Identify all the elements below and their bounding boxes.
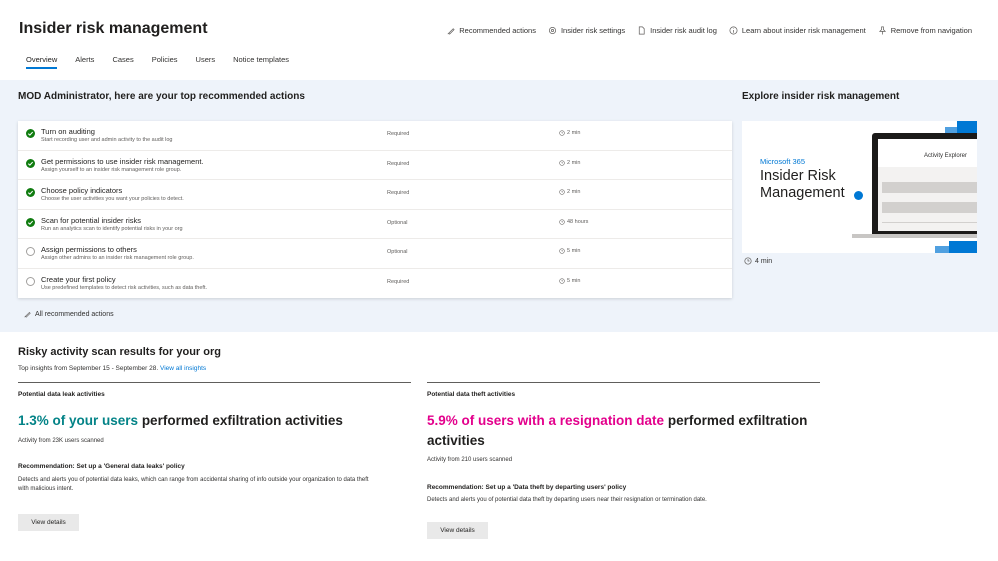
action-row-get-permissions[interactable]: Get permissions to use insider risk mana… xyxy=(18,151,732,180)
action-title: Choose policy indicators xyxy=(41,186,123,195)
insight-recommendation: Recommendation: Set up a 'Data theft by … xyxy=(427,484,627,491)
all-recommended-actions-link[interactable]: All recommended actions xyxy=(23,310,114,318)
tab-notice-templates[interactable]: Notice templates xyxy=(233,55,289,69)
page-header: Insider risk management Recommended acti… xyxy=(0,0,998,80)
action-status: Required xyxy=(387,278,410,285)
remove-from-navigation-button[interactable]: Remove from navigation xyxy=(878,26,972,35)
action-description: Start recording user and admin activity … xyxy=(41,137,173,143)
empty-circle-icon xyxy=(26,276,35,286)
laptop-base xyxy=(852,234,977,238)
play-dot-icon xyxy=(854,191,863,200)
action-duration: 48 hours xyxy=(559,219,588,225)
explore-video-card[interactable]: Microsoft 365 Insider Risk Management Ac… xyxy=(742,121,977,253)
clock-icon xyxy=(559,130,565,136)
tab-cases[interactable]: Cases xyxy=(112,55,133,69)
insight-activity-count: Activity from 210 users scanned xyxy=(427,457,513,463)
insight-activity-count: Activity from 23K users scanned xyxy=(18,438,104,444)
tab-overview[interactable]: Overview xyxy=(26,55,58,69)
tab-policies[interactable]: Policies xyxy=(152,55,178,69)
pin-icon xyxy=(878,26,887,35)
action-row-create-first-policy[interactable]: Create your first policy Use predefined … xyxy=(18,269,732,299)
clock-icon xyxy=(744,257,752,265)
empty-circle-icon xyxy=(26,247,35,256)
checkmark-circle-icon xyxy=(26,158,35,168)
action-status: Optional xyxy=(387,249,408,255)
document-icon xyxy=(637,26,646,35)
action-duration: 2 min xyxy=(559,189,580,195)
explore-heading: Explore insider risk management xyxy=(742,91,900,102)
recommended-actions-button[interactable]: Recommended actions xyxy=(446,26,536,35)
insight-headline: 5.9% of users with a resignation date pe… xyxy=(427,413,808,448)
explore-card-title: Insider Risk Management xyxy=(760,168,845,201)
view-details-button[interactable]: View details xyxy=(18,514,79,531)
clock-icon xyxy=(559,277,565,284)
insight-description: Detects and alerts you of potential data… xyxy=(18,477,369,492)
tab-alerts[interactable]: Alerts xyxy=(75,55,94,69)
learn-more-link[interactable]: Learn about insider risk management xyxy=(729,26,866,35)
data-theft-insight: Potential data theft activities 5.9% of … xyxy=(427,382,820,539)
decorative-block xyxy=(949,241,977,253)
action-duration: 5 min xyxy=(559,278,580,284)
action-status: Required xyxy=(387,160,410,167)
insider-risk-audit-log-button[interactable]: Insider risk audit log xyxy=(637,26,717,35)
action-description: Choose the user activities you want your… xyxy=(41,196,184,202)
view-details-button[interactable]: View details xyxy=(427,522,488,539)
action-row-choose-policy-indicators[interactable]: Choose policy indicators Choose the user… xyxy=(18,180,732,210)
action-row-scan-insider-risks[interactable]: Scan for potential insider risks Run an … xyxy=(18,210,732,239)
action-title: Create your first policy xyxy=(41,274,116,284)
insight-headline: 1.3% of your users performed exfiltratio… xyxy=(18,413,343,428)
checkmark-circle-icon xyxy=(26,188,35,197)
action-title: Get permissions to use insider risk mana… xyxy=(41,156,204,166)
action-title: Turn on auditing xyxy=(41,127,95,136)
recommended-actions-list: Turn on auditing Start recording user an… xyxy=(18,121,732,298)
action-title: Scan for potential insider risks xyxy=(41,215,142,225)
clock-icon xyxy=(559,189,565,195)
insight-category: Potential data theft activities xyxy=(427,391,516,398)
screen-title: Activity Explorer xyxy=(924,153,968,159)
tab-users[interactable]: Users xyxy=(196,55,216,69)
decorative-block xyxy=(935,246,949,253)
insight-category: Potential data leak activities xyxy=(18,391,105,398)
clock-icon xyxy=(559,248,565,254)
laptop-illustration: Activity Explorer xyxy=(872,133,977,237)
insider-risk-settings-button[interactable]: Insider risk settings xyxy=(548,26,625,35)
lightbulb-icon xyxy=(446,26,455,35)
brand-label: Microsoft 365 xyxy=(760,157,806,166)
checkmark-circle-icon xyxy=(26,217,35,227)
lightbulb-icon xyxy=(24,311,31,318)
page-title: Insider risk management xyxy=(19,20,208,37)
action-duration: 2 min xyxy=(559,160,580,166)
action-description: Run an analytics scan to identify potent… xyxy=(41,225,183,232)
action-status: Required xyxy=(387,131,410,137)
clock-icon xyxy=(559,218,565,225)
action-status: Required xyxy=(387,190,410,196)
scan-results-heading: Risky activity scan results for your org xyxy=(18,346,221,358)
action-row-assign-permissions[interactable]: Assign permissions to others Assign othe… xyxy=(18,239,732,269)
recommended-actions-heading: MOD Administrator, here are your top rec… xyxy=(18,91,305,102)
view-all-insights-link[interactable]: View all insights xyxy=(160,365,206,372)
action-description: Assign yourself to an insider risk manag… xyxy=(41,166,182,173)
action-duration: 2 min xyxy=(559,130,580,136)
decorative-block xyxy=(957,121,977,133)
data-leak-insight: Potential data leak activities 1.3% of y… xyxy=(18,382,411,531)
laptop-screen: Activity Explorer xyxy=(878,139,977,231)
command-bar: Recommended actions Insider risk setting… xyxy=(446,26,972,35)
action-description: Assign other admins to an insider risk m… xyxy=(41,255,194,261)
insight-recommendation: Recommendation: Set up a 'General data l… xyxy=(18,463,185,470)
tab-bar: Overview Alerts Cases Policies Users Not… xyxy=(26,55,307,69)
action-status: Optional xyxy=(387,219,408,226)
gear-icon xyxy=(548,26,557,35)
clock-icon xyxy=(559,159,565,166)
scan-results-subtitle: Top insights from September 15 - Septemb… xyxy=(18,365,207,372)
info-icon xyxy=(729,26,738,35)
insight-description: Detects and alerts you of potential data… xyxy=(427,497,707,503)
checkmark-circle-icon xyxy=(26,129,35,138)
action-row-turn-on-auditing[interactable]: Turn on auditing Start recording user an… xyxy=(18,121,732,151)
action-description: Use predefined templates to detect risk … xyxy=(41,284,208,291)
explore-duration: 4 min xyxy=(744,257,772,265)
action-title: Assign permissions to others xyxy=(41,245,137,254)
action-duration: 5 min xyxy=(559,248,580,254)
